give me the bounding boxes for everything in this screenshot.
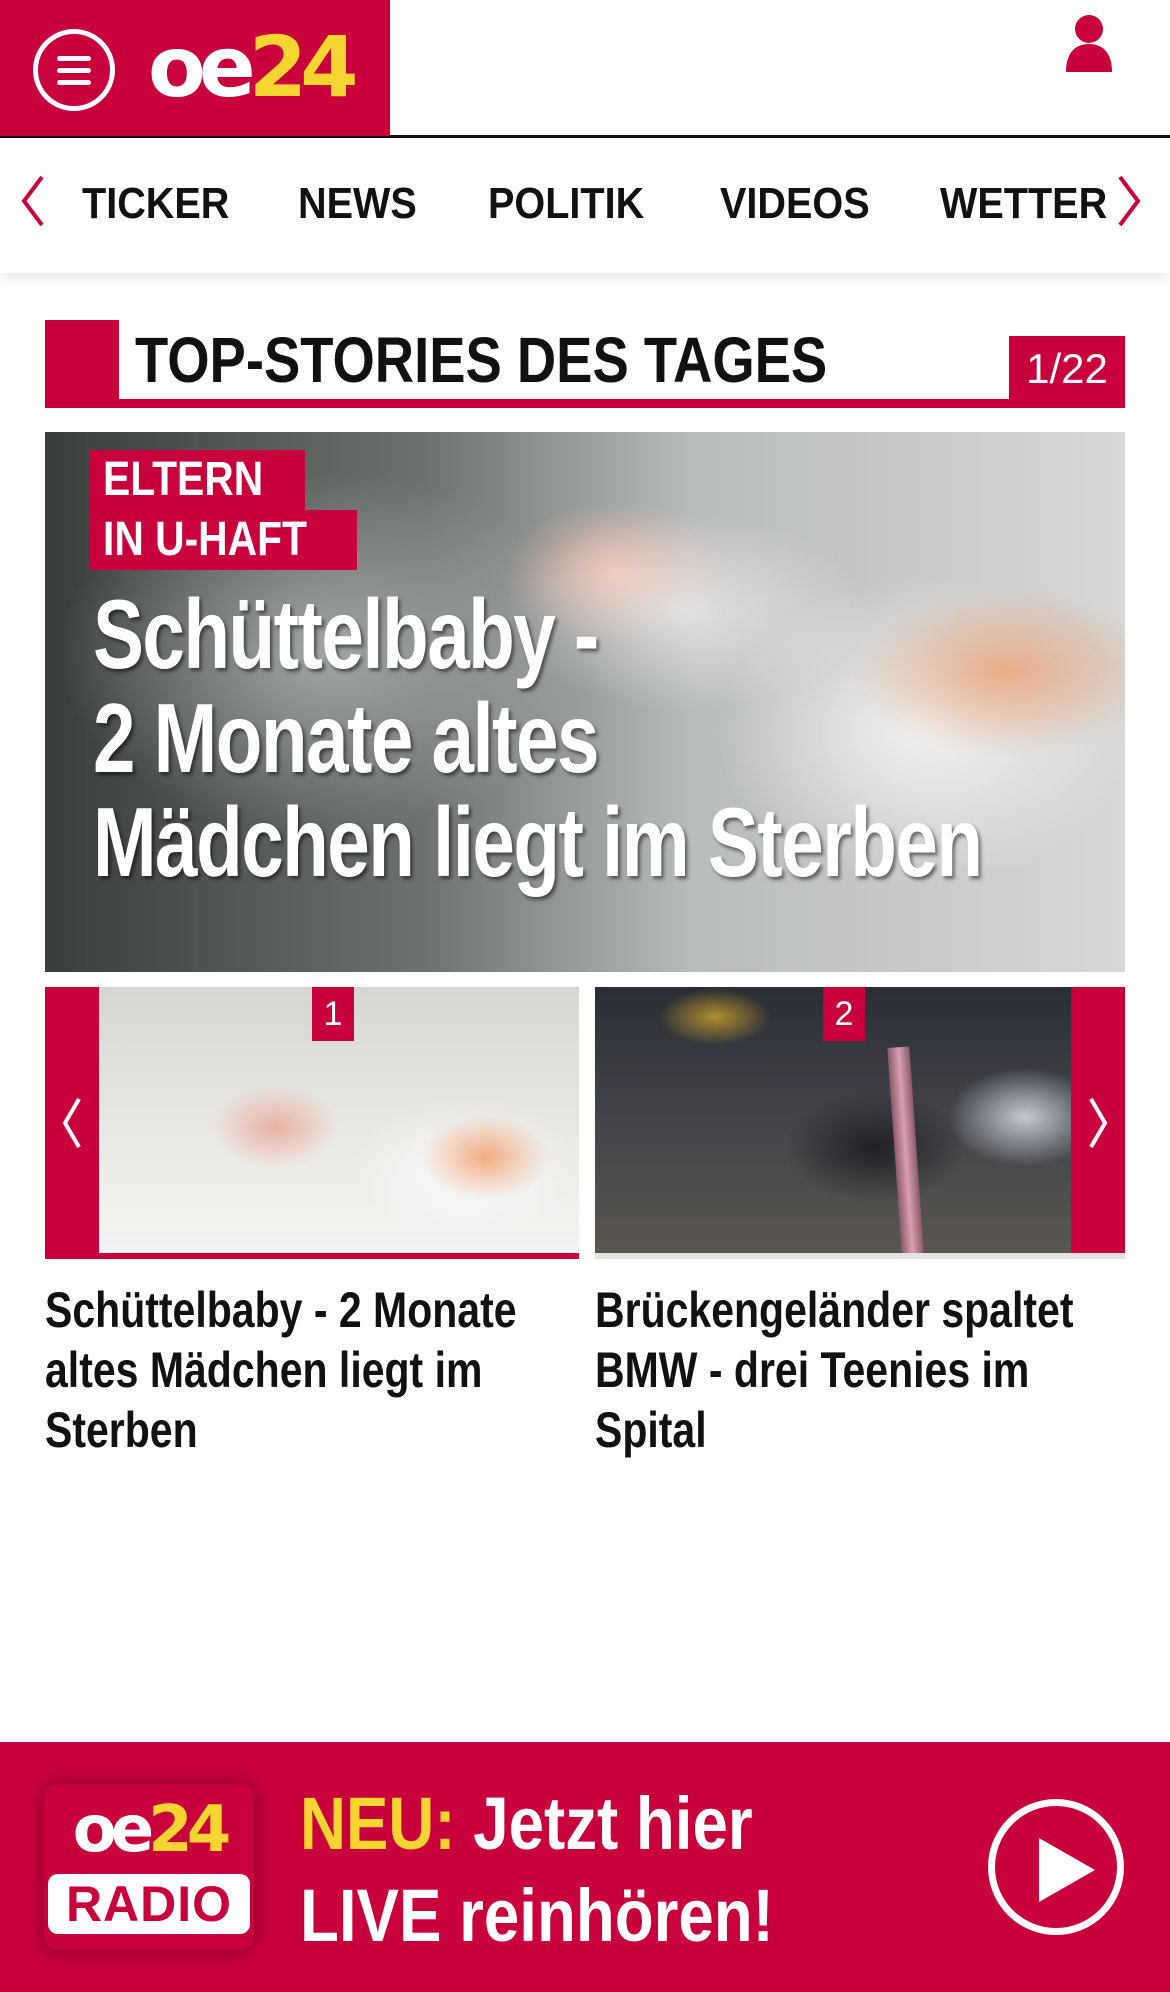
- hero-headline-line: 2 Monate altes: [93, 683, 599, 793]
- brand-bar: oe24: [0, 0, 390, 136]
- logo-24: 24: [248, 18, 359, 116]
- category-nav: TICKER NEWS POLITIK VIDEOS WETTER: [0, 141, 1170, 273]
- hero-headline-line: Mädchen liegt im Sterben: [93, 787, 983, 897]
- carousel-card[interactable]: 2: [595, 987, 1125, 1259]
- carousel-next-button[interactable]: [1071, 987, 1125, 1253]
- hamburger-menu-icon[interactable]: [33, 29, 115, 111]
- site-logo[interactable]: oe24: [148, 22, 359, 112]
- section-underline: [45, 399, 1125, 408]
- section-tag: [45, 320, 119, 408]
- hero-headline-line: Schüttelbaby -: [93, 579, 599, 689]
- radio-logo-label: RADIO: [48, 1874, 250, 1934]
- play-icon: [1039, 1838, 1095, 1902]
- user-icon[interactable]: [1064, 14, 1114, 72]
- card-badge: 2: [823, 987, 865, 1041]
- radio-neu-label: NEU:: [300, 1782, 456, 1865]
- nav-item-wetter[interactable]: WETTER: [940, 179, 1107, 229]
- radio-cta-text: NEU: Jetzt hier LIVE reinhören!: [300, 1782, 774, 1957]
- nav-item-news[interactable]: NEWS: [298, 179, 417, 229]
- story-counter: 1/22: [1009, 336, 1125, 402]
- nav-next-chevron-icon[interactable]: [1112, 171, 1148, 231]
- section-header: TOP-STORIES DES TAGES 1/22: [45, 320, 1125, 408]
- chevron-left-icon: [62, 1097, 81, 1149]
- nav-item-politik[interactable]: POLITIK: [488, 179, 644, 229]
- play-button[interactable]: [988, 1799, 1124, 1935]
- carousel-card[interactable]: 1: [45, 987, 579, 1259]
- hero-story[interactable]: ELTERN IN U-HAFT Schüttelbaby - 2 Monate…: [45, 432, 1125, 972]
- nav-item-videos[interactable]: VIDEOS: [720, 179, 870, 229]
- card-title[interactable]: Brückengeländer spaltet BMW - drei Teeni…: [595, 1280, 1073, 1460]
- card-title[interactable]: Schüttelbaby - 2 Monate altes Mädchen li…: [45, 1280, 517, 1460]
- carousel-prev-button[interactable]: [45, 987, 99, 1253]
- logo-oe: oe: [148, 18, 256, 116]
- card-underline-active: [45, 1253, 579, 1259]
- section-title: TOP-STORIES DES TAGES: [135, 324, 828, 396]
- header: oe24: [0, 0, 1170, 138]
- chevron-right-icon: [1089, 1097, 1108, 1149]
- card-badge: 1: [312, 987, 354, 1041]
- radio-banner[interactable]: oe24 RADIO NEU: Jetzt hier LIVE reinhöre…: [0, 1742, 1170, 1992]
- nav-item-ticker[interactable]: TICKER: [82, 179, 229, 229]
- hero-headline: Schüttelbaby - 2 Monate altes Mädchen li…: [93, 579, 983, 897]
- nav-prev-chevron-icon[interactable]: [14, 171, 50, 231]
- radio-logo: oe24 RADIO: [44, 1784, 254, 1950]
- hero-kicker-line1: ELTERN: [89, 450, 306, 510]
- story-carousel: 1 2: [45, 987, 1125, 1259]
- card-underline: [595, 1253, 1125, 1259]
- hero-kicker-line2: IN U-HAFT: [89, 510, 357, 570]
